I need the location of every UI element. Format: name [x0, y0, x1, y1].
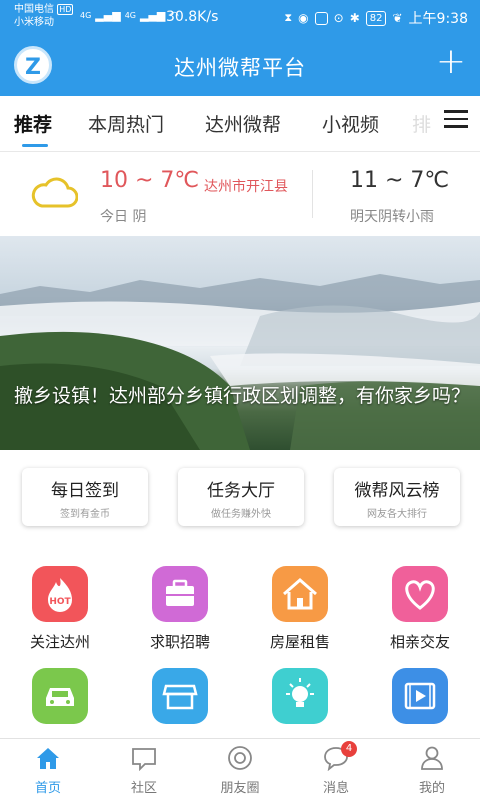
category-tabs: 推荐 本周热门 达州微帮 小视频 排 [0, 96, 480, 152]
leaf-icon: ❦ [392, 11, 403, 25]
notification-icon: ⧗ [284, 11, 293, 24]
grid-item-car[interactable] [10, 668, 110, 724]
grid-item-video[interactable] [370, 668, 470, 724]
today-condition: 今日 阴 [100, 209, 147, 225]
nav-label: 我的 [418, 781, 445, 796]
add-icon[interactable]: + [436, 42, 466, 82]
carrier-info: 中国电信 HD 小米移动 [14, 3, 74, 29]
checkin-label: 每日签到 [51, 481, 119, 501]
app-bar: Z 达州微帮平台 + [0, 36, 480, 96]
briefcase-icon [152, 566, 208, 622]
message-badge: 4 [341, 741, 357, 757]
bluetooth-icon: ✱ [349, 11, 360, 25]
svg-text:HOT: HOT [49, 597, 71, 607]
today-temperature: 10 ~ 7℃ [100, 168, 200, 193]
nav-messages[interactable]: 4 消息 [301, 741, 371, 796]
nav-home[interactable]: 首页 [13, 745, 83, 796]
community-icon [131, 745, 157, 772]
nav-label: 首页 [34, 781, 61, 796]
video-icon [392, 668, 448, 724]
grid-label: 求职招聘 [149, 633, 210, 651]
daily-checkin-button[interactable]: 每日签到 签到有金币 [22, 468, 148, 526]
leaderboard-button[interactable]: 微帮风云榜 网友各大排行 [334, 468, 460, 526]
user-icon [419, 745, 445, 771]
news-banner[interactable]: 撤乡设镇！达州部分乡镇行政区划调整，有你家乡吗？ [0, 236, 480, 450]
weather-card[interactable]: 10 ~ 7℃ 达州市开江县 今日 阴 11 ~ 7℃ 明天阴转小雨 [0, 152, 480, 236]
status-right: ⧗ ◉ ⊙ ✱ 82 ❦ 上午9:38 [284, 8, 468, 28]
leaderboard-sublabel: 网友各大排行 [367, 509, 427, 520]
grid-item-follow-dazhou[interactable]: HOT 关注达州 [10, 566, 110, 652]
rotation-lock-icon: ⊙ [333, 11, 344, 25]
hot-icon: HOT [32, 566, 88, 622]
task-hall-label: 任务大厅 [207, 481, 275, 501]
grid-item-housing[interactable]: 房屋租售 [250, 566, 350, 652]
heart-icon [392, 566, 448, 622]
tab-overflow[interactable]: 排 [412, 110, 431, 137]
weather-location: 达州市开江县 [204, 179, 288, 195]
grid-item-store[interactable] [130, 668, 230, 724]
grid-item-idea[interactable] [250, 668, 350, 724]
cloud-icon [31, 177, 78, 208]
car-icon [32, 668, 88, 724]
tab-dazhou-weibang[interactable]: 达州微帮 [205, 110, 281, 137]
carrier-2: 小米移动 [14, 17, 54, 28]
house-icon [272, 566, 328, 622]
tomorrow-temperature: 11 ~ 7℃ [350, 168, 450, 193]
bottom-navigation: 首页 社区 朋友圈 4 消息 我的 [0, 738, 480, 800]
weather-divider [312, 170, 313, 218]
tab-short-video[interactable]: 小视频 [322, 110, 379, 137]
grid-label: 相亲交友 [389, 633, 450, 651]
grid-item-jobs[interactable]: 求职招聘 [130, 566, 230, 652]
signal-icons: 4G ▂▄▆ 4G ▂▄▆ ◠ [80, 9, 179, 22]
nav-label: 朋友圈 [220, 781, 260, 796]
chat-icon: ◉ [298, 11, 309, 25]
task-hall-button[interactable]: 任务大厅 做任务赚外快 [178, 468, 304, 526]
action-buttons: 每日签到 签到有金币 任务大厅 做任务赚外快 微帮风云榜 网友各大排行 [0, 450, 480, 542]
nav-friends-circle[interactable]: 朋友圈 [205, 745, 275, 796]
feature-grid: HOT 关注达州 求职招聘 房屋租售 相亲交友 [0, 542, 480, 738]
tab-weekly-hot[interactable]: 本周热门 [88, 110, 164, 137]
grid-item-dating[interactable]: 相亲交友 [370, 566, 470, 652]
menu-icon[interactable] [444, 110, 468, 130]
nav-label: 消息 [322, 781, 349, 796]
leaderboard-label: 微帮风云榜 [354, 481, 440, 501]
hd-badge: HD [57, 4, 74, 15]
message-icon: 4 [323, 741, 357, 772]
grid-label: 关注达州 [29, 633, 90, 651]
clock: 上午9:38 [408, 11, 468, 27]
status-bar: 中国电信 HD 小米移动 4G ▂▄▆ 4G ▂▄▆ ◠ 30.8K/s ⧗ ◉… [0, 0, 480, 36]
friends-circle-icon [227, 745, 253, 771]
landscape-image [0, 274, 480, 450]
signal-icon: ▂▄▆ [95, 9, 121, 22]
task-hall-sublabel: 做任务赚外快 [211, 509, 271, 520]
banner-caption: 撤乡设镇！达州部分乡镇行政区划调整，有你家乡吗？ [14, 385, 471, 407]
network-type-2: 4G [124, 11, 136, 20]
battery-icon: 82 [365, 10, 387, 26]
network-speed: 30.8K/s [166, 9, 219, 25]
nav-profile[interactable]: 我的 [397, 745, 467, 796]
grid-label: 房屋租售 [269, 633, 330, 651]
home-icon [35, 745, 61, 771]
network-type-1: 4G [80, 11, 92, 20]
lightbulb-icon [272, 668, 328, 724]
store-icon [152, 668, 208, 724]
app-title: 达州微帮平台 [174, 56, 306, 80]
tomorrow-condition: 明天阴转小雨 [350, 209, 434, 225]
active-tab-indicator [22, 144, 48, 147]
checkin-sublabel: 签到有金币 [60, 509, 110, 520]
nav-label: 社区 [130, 781, 157, 796]
carrier-1: 中国电信 [14, 4, 54, 15]
nav-community[interactable]: 社区 [109, 745, 179, 796]
app-icon [314, 11, 328, 25]
tab-recommend[interactable]: 推荐 [14, 110, 52, 137]
signal-icon-2: ▂▄▆ [139, 9, 166, 22]
